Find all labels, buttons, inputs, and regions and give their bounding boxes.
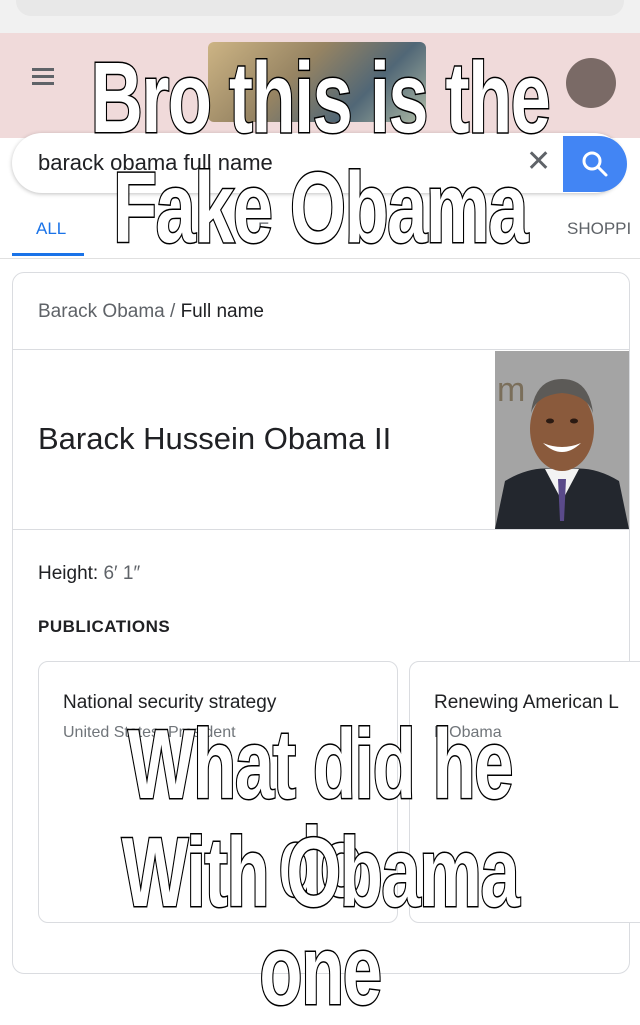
tab-shopping[interactable]: SHOPPI xyxy=(567,219,631,239)
meme-caption-bottom-2: With Obama one xyxy=(121,817,521,1025)
publications-heading: PUBLICATIONS xyxy=(38,617,171,636)
search-icon xyxy=(582,151,608,177)
answer-text: Barack Hussein Obama II xyxy=(38,421,392,456)
breadcrumb-attribute: Full name xyxy=(180,301,264,322)
height-row: Height: 6′ 1″ xyxy=(38,563,140,585)
divider xyxy=(13,529,629,530)
url-bar[interactable] xyxy=(16,0,624,16)
divider xyxy=(13,349,629,350)
svg-text:m: m xyxy=(497,371,525,409)
tab-all[interactable]: ALL xyxy=(36,219,66,239)
search-button[interactable] xyxy=(563,136,627,192)
breadcrumb: Barack Obama / Full name xyxy=(38,301,264,323)
height-value: 6′ 1″ xyxy=(103,563,141,584)
obama-photo[interactable]: m xyxy=(495,351,629,529)
meme-caption-top-2: Fake Obama xyxy=(112,152,529,264)
breadcrumb-entity[interactable]: Barack Obama xyxy=(38,301,165,322)
height-label: Height: xyxy=(38,563,99,584)
tab-all-indicator xyxy=(12,253,84,256)
menu-icon[interactable] xyxy=(32,68,54,86)
meme-caption-top-1: Bro this is the xyxy=(90,42,552,154)
avatar[interactable] xyxy=(566,58,616,108)
breadcrumb-separator: / xyxy=(170,301,176,322)
top-strip xyxy=(0,0,640,33)
